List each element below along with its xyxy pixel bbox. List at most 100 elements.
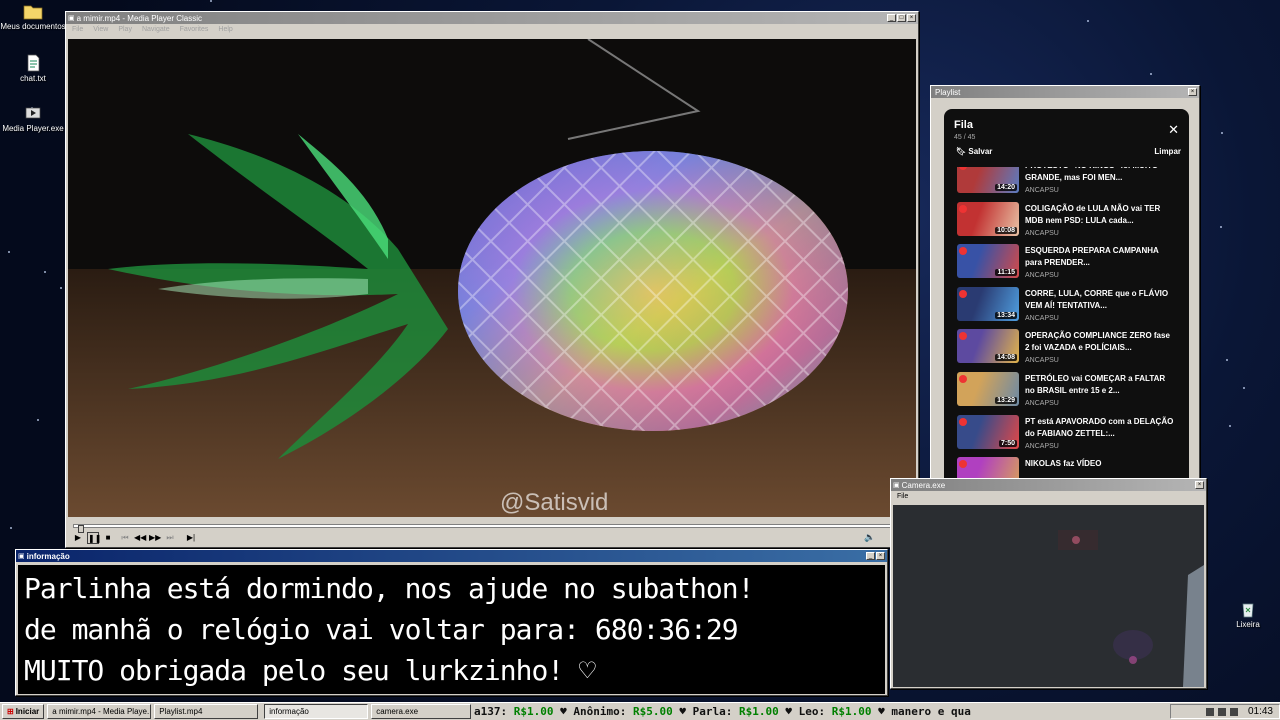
video-thumbnail[interactable]: 13:34 [957, 286, 1019, 321]
tray-icon[interactable] [1229, 707, 1238, 716]
media-player-titlebar[interactable]: ▣ a mimir.mp4 - Media Player Classic _ □… [66, 12, 918, 24]
info-titlebar[interactable]: ▣ informação _ × [16, 550, 887, 562]
video-thumbnail[interactable]: 11:15 [957, 244, 1019, 279]
channel-logo-icon [959, 167, 967, 170]
channel-name: ANCAPSU [1025, 229, 1059, 237]
start-button[interactable]: ⊞ Iniciar [2, 704, 45, 719]
media-player-icon [25, 107, 41, 119]
queue-item[interactable]: 13:34 CORRE, LULA, CORRE que o FLÁVIO VEM… [944, 286, 1189, 330]
clear-button[interactable]: Limpar [1154, 147, 1181, 156]
rewind-button[interactable]: ◀◀ [134, 532, 146, 544]
queue-item[interactable]: 13:29 PETRÓLEO vai COMEÇAR a FALTAR no BR… [944, 371, 1189, 415]
menu-favorites[interactable]: Favorites [180, 26, 209, 33]
video-duration: 14:20 [995, 184, 1017, 191]
donation-amount: R$5.00 [632, 705, 673, 718]
menu-help[interactable]: Help [218, 26, 232, 33]
desktop-icon-my-documents[interactable]: Meus documentos [0, 2, 66, 31]
volume-icon[interactable]: 🔈 [864, 532, 875, 543]
desktop-icon-media-player[interactable]: Media Player.exe [0, 104, 66, 133]
menu-play[interactable]: Play [118, 26, 132, 33]
play-button[interactable]: ▶ [72, 532, 84, 544]
taskbar-button-playlist[interactable]: Playlist.mp4 [154, 704, 259, 719]
video-thumbnail[interactable]: 10:08 [957, 201, 1019, 236]
video-title: CORRE, LULA, CORRE que o FLÁVIO VEM AÍ! … [1025, 288, 1169, 310]
desktop-icon-label: Media Player.exe [2, 124, 64, 133]
star [1150, 73, 1152, 75]
close-icon[interactable]: ✕ [1168, 122, 1179, 138]
desktop-icon-recycle-bin[interactable]: Lixeira [1215, 600, 1280, 629]
queue-item[interactable]: 14:08 OPERAÇÃO COMPLIANCE ZERO fase 2 foi… [944, 329, 1189, 372]
playlist-titlebar[interactable]: Playlist × [931, 86, 1199, 98]
menu-file[interactable]: File [72, 26, 83, 33]
video-duration: 13:29 [995, 396, 1017, 404]
donor-name: a137: [474, 705, 508, 718]
text-file-icon [27, 54, 40, 72]
channel-name: ANCAPSU [1025, 442, 1059, 450]
star [1229, 425, 1231, 427]
desktop-icon-label: Lixeira [1236, 620, 1260, 629]
previous-button[interactable]: ⏮ [119, 532, 131, 544]
tray-icon[interactable] [1217, 707, 1226, 716]
star [210, 0, 212, 2]
camera-feed-dark-room [893, 505, 1204, 687]
heart-icon: ♥ [560, 705, 574, 718]
minimize-button[interactable]: _ [866, 552, 875, 560]
star [60, 287, 62, 289]
queue-item[interactable]: 7:50 PT está APAVORADO com a DELAÇÃO do F… [944, 414, 1189, 458]
video-thumbnail[interactable]: 14:20 [957, 167, 1019, 193]
video-title: ESQUERDA PREPARA CAMPANHA para PRENDER..… [1025, 246, 1159, 268]
star [1221, 132, 1223, 134]
info-window[interactable]: ▣ informação _ × Parlinha está dormindo,… [15, 549, 888, 696]
desktop-icon-chat-txt[interactable]: chat.txt [0, 54, 66, 83]
playlist-window[interactable]: Playlist × Fila 45 / 45 ✕ 🔖︎ Salvar Limp… [930, 85, 1200, 481]
stop-button[interactable]: ■ [102, 532, 114, 544]
menu-file[interactable]: File [897, 493, 908, 500]
camera-window[interactable]: ▣ Camera.exe × File [890, 478, 1207, 689]
minimize-button[interactable]: _ [887, 14, 896, 22]
donation-amount: R$1.00 [513, 705, 554, 718]
app-icon: ▣ [18, 553, 25, 560]
video-thumbnail[interactable]: 13:29 [957, 371, 1019, 406]
save-label: Salvar [968, 147, 993, 156]
save-button[interactable]: 🔖︎ Salvar [956, 147, 992, 156]
close-button[interactable]: × [1195, 481, 1204, 489]
close-button[interactable]: × [1188, 88, 1197, 96]
seek-bar[interactable] [73, 524, 911, 533]
close-button[interactable]: × [876, 552, 885, 560]
tray-icon[interactable] [1205, 707, 1214, 716]
ticker-entry: ♥ Leo: R$1.00 [785, 705, 878, 718]
menu-navigate[interactable]: Navigate [142, 26, 170, 33]
menu-view[interactable]: View [93, 26, 108, 33]
start-label: Iniciar [15, 707, 40, 716]
taskbar-button-info[interactable]: informação [264, 704, 369, 719]
taskbar-button-camera[interactable]: camera.exe [371, 704, 472, 719]
taskbar-button-label: Playlist.mp4 [159, 707, 203, 716]
star [1220, 226, 1222, 228]
queue-item[interactable]: 10:08 COLIGAÇÃO de LULA NÃO vai TER MDB n… [944, 201, 1189, 245]
channel-name: ANCAPSU [1025, 314, 1059, 322]
frame-step-button[interactable]: ▶| [185, 532, 197, 544]
info-message: Parlinha está dormindo, nos ajude no sub… [18, 565, 885, 694]
fast-forward-button[interactable]: ▶▶ [149, 532, 161, 544]
video-display[interactable]: @Satisvid [68, 39, 916, 517]
system-tray: 01:43 [1170, 704, 1280, 719]
queue-item[interactable]: 11:15 ESQUERDA PREPARA CAMPANHA para PREN… [944, 244, 1189, 287]
channel-logo-icon [959, 374, 967, 383]
channel-name: ANCAPSU [1025, 272, 1059, 280]
video-duration: 7:50 [998, 439, 1017, 447]
taskbar-button-media-player[interactable]: a mimir.mp4 - Media Playe... [47, 704, 152, 719]
donor-name: Parla: [692, 705, 733, 718]
next-button[interactable]: ⏭ [164, 532, 176, 544]
close-button[interactable]: × [907, 14, 916, 22]
media-player-window[interactable]: ▣ a mimir.mp4 - Media Player Classic _ □… [65, 11, 919, 548]
video-thumbnail[interactable]: 14:08 [957, 329, 1019, 364]
video-title: PROTESTO "NO KINGS" foi MUITO GRANDE, ma… [1025, 167, 1158, 182]
bookmark-icon: 🔖︎ [956, 147, 967, 156]
ticker-entry: ♥ Parla: R$1.00 [679, 705, 785, 718]
pause-button[interactable]: ❚❚ [87, 532, 101, 544]
camera-titlebar[interactable]: ▣ Camera.exe × [891, 479, 1206, 491]
queue-item[interactable]: 14:20 PROTESTO "NO KINGS" foi MUITO GRAND… [944, 167, 1189, 202]
maximize-button[interactable]: □ [897, 14, 906, 22]
queue-count: 45 / 45 [954, 134, 976, 141]
video-thumbnail[interactable]: 7:50 [957, 414, 1019, 449]
